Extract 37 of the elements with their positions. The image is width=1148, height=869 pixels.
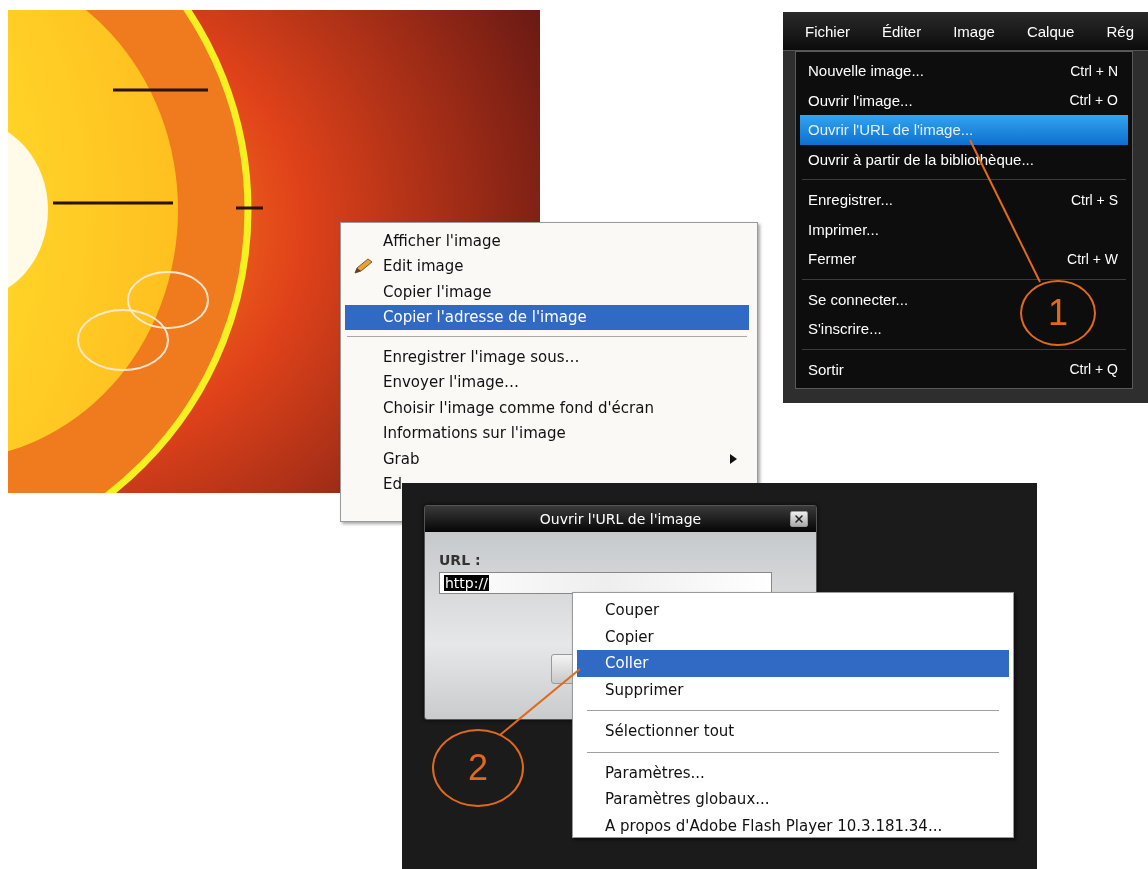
menu-bar-item[interactable]: Rég: [1106, 22, 1134, 40]
menu-item[interactable]: Fermer Ctrl + W: [800, 244, 1128, 274]
menu-bar-item[interactable]: Fichier: [805, 22, 850, 40]
menu-item[interactable]: Edit image: [345, 253, 749, 279]
menu-item[interactable]: Choisir l'image comme fond d'écran: [345, 395, 749, 421]
url-label: URL :: [439, 552, 482, 568]
url-field[interactable]: http://: [439, 572, 772, 594]
menu-item[interactable]: Enregistrer... Ctrl + S: [800, 185, 1128, 215]
menu-item[interactable]: Ouvrir l'image... Ctrl + O: [800, 85, 1128, 115]
menu-item[interactable]: Nouvelle image... Ctrl + N: [800, 56, 1128, 86]
menu-bar-item[interactable]: Image: [953, 22, 995, 40]
menu-item[interactable]: Paramètres...: [577, 759, 1009, 786]
menu-item[interactable]: Envoyer l'image…: [345, 369, 749, 395]
callout-number: 2: [432, 729, 524, 807]
menu-bar-item[interactable]: Calque: [1026, 22, 1075, 40]
menu-item[interactable]: Paramètres globaux...: [577, 786, 1009, 813]
menu-item[interactable]: Se connecter...: [800, 284, 919, 314]
menu-item[interactable]: Sortir Ctrl + Q: [800, 354, 1128, 384]
dialog-title: Ouvrir l'URL de l'image: [539, 511, 702, 527]
menu-item[interactable]: Copier l'adresse de l'image: [345, 304, 749, 330]
menu-item[interactable]: Informations sur l'image: [345, 420, 749, 446]
menu-bar-item[interactable]: Éditer: [882, 22, 922, 40]
pencil-icon: [353, 257, 375, 276]
menu-item[interactable]: Copier l'image: [345, 279, 749, 305]
submenu-arrow-icon: [730, 453, 737, 464]
menu-item[interactable]: Couper: [577, 597, 1009, 624]
menu-item[interactable]: Grab: [345, 446, 749, 472]
menu-item[interactable]: Enregistrer l'image sous…: [345, 344, 749, 370]
menu-item[interactable]: Afficher l'image: [345, 228, 749, 254]
menu-item[interactable]: Coller: [577, 650, 1009, 677]
menu-item[interactable]: Imprimer...: [800, 214, 889, 244]
menu-item[interactable]: S'inscrire...: [800, 314, 892, 344]
menu-item[interactable]: Copier: [577, 623, 1009, 650]
close-button[interactable]: [790, 511, 808, 527]
menu-item[interactable]: A propos d'Adobe Flash Player 10.3.181.34...: [577, 812, 1009, 839]
callout-number: 1: [1020, 280, 1096, 346]
close-icon: [793, 513, 805, 525]
